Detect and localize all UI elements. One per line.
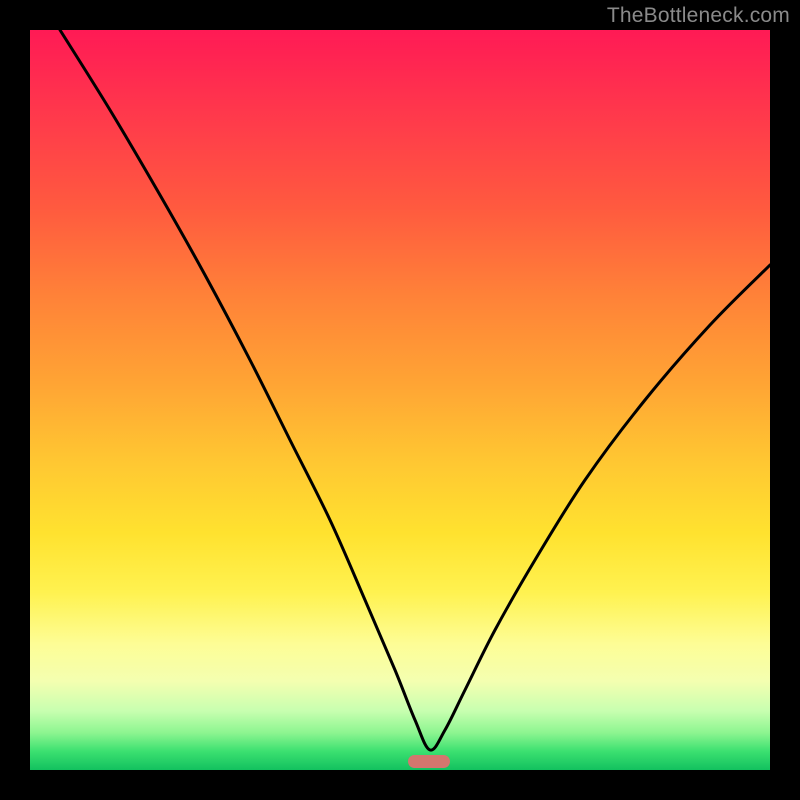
plot-area bbox=[30, 30, 770, 770]
watermark-text: TheBottleneck.com bbox=[607, 4, 790, 28]
bottleneck-curve bbox=[30, 30, 770, 770]
optimum-marker bbox=[408, 755, 450, 768]
chart-frame: TheBottleneck.com bbox=[0, 0, 800, 800]
